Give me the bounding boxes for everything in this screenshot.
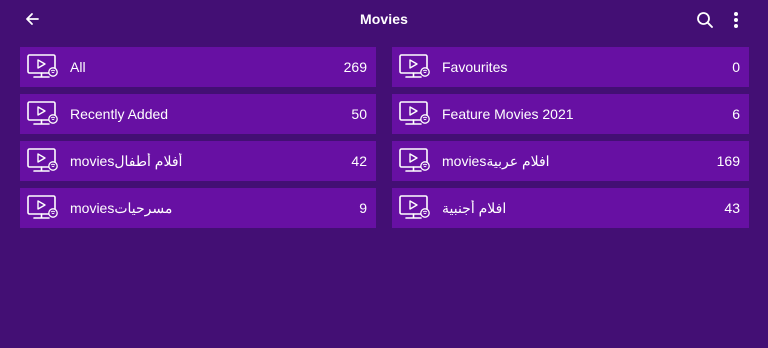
- top-bar: Movies: [0, 0, 768, 40]
- more-vertical-icon: [734, 12, 738, 28]
- tv-play-icon: [27, 101, 59, 127]
- category-favourites[interactable]: Favourites 0: [392, 47, 749, 87]
- tv-play-icon: [27, 148, 59, 174]
- category-label: Recently Added: [70, 106, 169, 122]
- category-foreign-movies[interactable]: افلام أجنبية 43: [392, 188, 749, 228]
- search-button[interactable]: [695, 10, 715, 30]
- category-recently-added[interactable]: Recently Added 50: [20, 94, 376, 134]
- category-count: 169: [716, 153, 740, 169]
- tv-play-icon: [399, 195, 431, 221]
- page-title: Movies: [359, 11, 409, 27]
- tv-play-icon: [399, 101, 431, 127]
- tv-play-icon: [399, 148, 431, 174]
- tv-play-icon: [27, 195, 59, 221]
- category-label: moviesافلام عربية: [442, 152, 550, 169]
- tv-play-icon: [27, 54, 59, 80]
- category-count: 9: [359, 200, 367, 216]
- category-label: All: [70, 59, 86, 75]
- category-count: 269: [343, 59, 367, 75]
- category-count: 50: [351, 106, 367, 122]
- category-count: 6: [732, 106, 740, 122]
- category-kids-movies[interactable]: moviesأفلام أطفال 42: [20, 141, 376, 181]
- category-plays[interactable]: moviesمسرحيات 9: [20, 188, 376, 228]
- category-arabic-movies[interactable]: moviesافلام عربية 169: [392, 141, 749, 181]
- category-count: 42: [351, 153, 367, 169]
- category-label: moviesأفلام أطفال: [70, 152, 183, 169]
- tv-play-icon: [399, 54, 431, 80]
- category-label: Feature Movies 2021: [442, 106, 574, 122]
- search-icon: [697, 12, 713, 28]
- more-options-button[interactable]: [727, 10, 745, 30]
- category-label: افلام أجنبية: [442, 199, 507, 216]
- category-all[interactable]: All 269: [20, 47, 376, 87]
- category-count: 0: [732, 59, 740, 75]
- category-count: 43: [724, 200, 740, 216]
- category-label: moviesمسرحيات: [70, 199, 173, 216]
- category-feature-movies-2021[interactable]: Feature Movies 2021 6: [392, 94, 749, 134]
- category-label: Favourites: [442, 59, 508, 75]
- category-grid: All 269 Favourites 0 Recently Added 50 F…: [20, 47, 749, 228]
